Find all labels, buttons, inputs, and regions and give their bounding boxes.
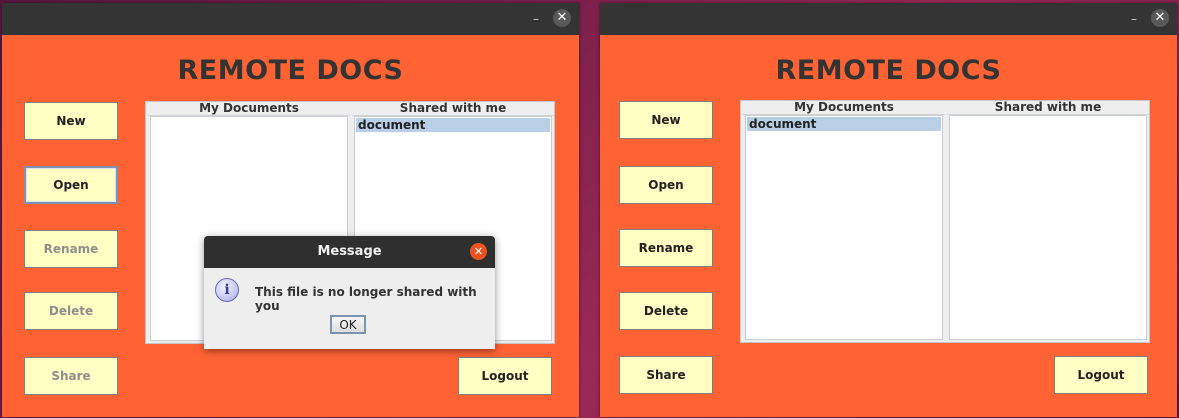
close-icon[interactable]: ✕ — [553, 9, 571, 27]
close-icon[interactable]: ✕ — [470, 243, 487, 260]
dialog-title-bar[interactable]: Message ✕ — [204, 236, 495, 268]
message-dialog: Message ✕ i This file is no longer share… — [204, 236, 495, 349]
list-item[interactable]: document — [356, 118, 550, 132]
delete-button[interactable]: Delete — [619, 292, 713, 330]
shared-with-me-panel: Shared with me — [947, 101, 1149, 342]
list-item[interactable]: document — [747, 117, 941, 131]
logout-button[interactable]: Logout — [1054, 356, 1148, 394]
share-button[interactable]: Share — [619, 356, 713, 394]
logout-button[interactable]: Logout — [458, 357, 552, 395]
ok-button[interactable]: OK — [330, 315, 366, 334]
open-button[interactable]: Open — [24, 166, 118, 204]
delete-button[interactable]: Delete — [24, 292, 118, 330]
app-title: REMOTE DOCS — [775, 55, 1002, 86]
my-documents-panel: My Documents document — [743, 101, 945, 342]
open-button[interactable]: Open — [619, 166, 713, 204]
close-icon[interactable]: ✕ — [1151, 9, 1169, 27]
dialog-message: This file is no longer shared with you — [255, 285, 477, 313]
rename-button[interactable]: Rename — [619, 229, 713, 267]
info-icon: i — [215, 278, 239, 302]
title-bar[interactable]: – ✕ — [600, 3, 1177, 35]
shared-with-me-title: Shared with me — [947, 101, 1149, 115]
shared-with-me-list[interactable] — [949, 115, 1147, 340]
title-bar[interactable]: – ✕ — [2, 3, 579, 35]
new-button[interactable]: New — [24, 102, 118, 140]
new-button[interactable]: New — [619, 101, 713, 139]
remote-docs-window-left: – ✕ REMOTE DOCS New Open Rename Delete S… — [2, 3, 579, 417]
my-documents-title: My Documents — [148, 102, 350, 116]
rename-button[interactable]: Rename — [24, 230, 118, 268]
share-button[interactable]: Share — [24, 357, 118, 395]
shared-with-me-title: Shared with me — [352, 102, 554, 116]
remote-docs-window-right: – ✕ REMOTE DOCS New Open Rename Delete S… — [600, 3, 1177, 417]
dialog-title: Message — [317, 244, 382, 259]
minimize-icon[interactable]: – — [1127, 12, 1141, 26]
documents-panel: My Documents document Shared with me — [740, 100, 1150, 343]
my-documents-title: My Documents — [743, 101, 945, 115]
minimize-icon[interactable]: – — [529, 12, 543, 26]
app-title: REMOTE DOCS — [177, 55, 404, 86]
my-documents-list[interactable]: document — [745, 115, 943, 340]
